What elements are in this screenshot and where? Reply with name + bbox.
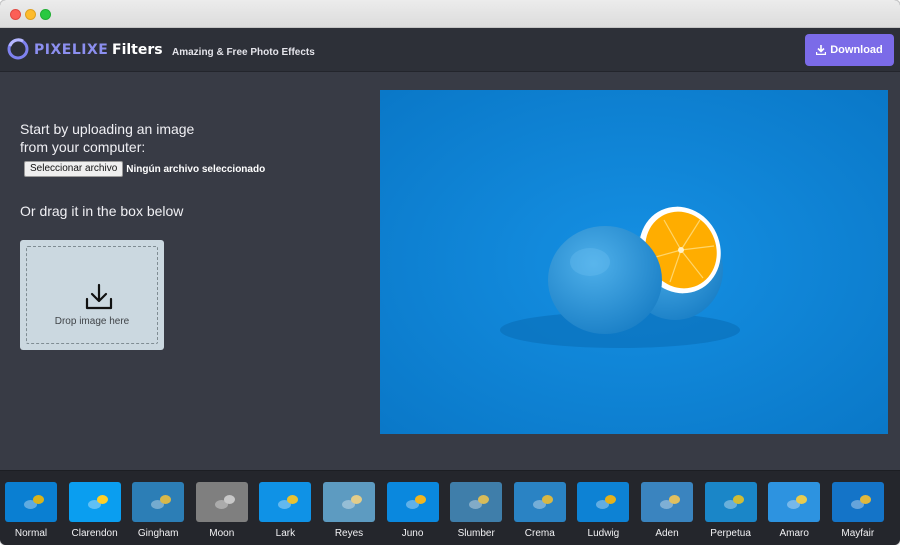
filter-thumbnail[interactable]	[386, 482, 439, 522]
preview-image	[380, 90, 888, 434]
filter-gingham[interactable]: Gingham	[130, 482, 186, 539]
filter-lark[interactable]: Lark	[257, 482, 313, 539]
drop-zone-label: Drop image here	[54, 316, 130, 327]
browser-window: PIXELIXE Filters Amazing & Free Photo Ef…	[0, 0, 900, 545]
choose-file-button[interactable]: Seleccionar archivo	[24, 161, 124, 177]
filter-thumbnail[interactable]	[641, 482, 693, 522]
filter-ludwig[interactable]: Ludwig	[575, 482, 631, 539]
filter-clarendon[interactable]: Clarendon	[67, 482, 123, 539]
thumbnail-slice	[859, 495, 871, 504]
drop-zone[interactable]: Drop image here	[20, 240, 164, 350]
pixelixe-logo-icon	[7, 38, 29, 60]
download-button[interactable]: Download	[805, 34, 894, 66]
filter-label: Slumber	[457, 528, 495, 539]
filter-label: Perpetua	[710, 528, 751, 539]
download-tray-icon	[85, 283, 113, 310]
filter-thumbnail[interactable]	[577, 482, 630, 522]
file-status: Ningún archivo seleccionado	[126, 163, 266, 175]
filter-amaro[interactable]: Amaro	[766, 482, 822, 539]
brand-name[interactable]: PIXELIXE	[34, 42, 108, 58]
download-label: Download	[830, 44, 883, 56]
drop-zone-border: Drop image here	[26, 246, 158, 344]
thumbnail-slice	[160, 495, 172, 504]
brand-suffix: Filters	[112, 42, 163, 58]
filter-aden[interactable]: Aden	[639, 482, 695, 539]
thumbnail-slice	[605, 495, 617, 504]
filter-thumbnail[interactable]	[768, 482, 821, 522]
thumbnail-slice	[223, 495, 235, 504]
file-input[interactable]: Seleccionar archivo Ningún archivo selec…	[24, 161, 265, 177]
thumbnail-slice	[669, 495, 680, 504]
maximize-window-button[interactable]	[40, 9, 51, 20]
thumbnail-slice	[732, 495, 744, 504]
thumbnail-slice	[33, 495, 44, 504]
filter-strip: Normal Clarendon Gingham Moon Lark Reyes Juno S…	[0, 470, 900, 545]
thumbnail-slice	[414, 495, 426, 504]
blue-orange-half	[548, 226, 662, 334]
filter-label: Clarendon	[71, 528, 118, 539]
filter-thumbnail[interactable]	[195, 482, 248, 522]
filter-reyes[interactable]: Reyes	[321, 482, 377, 539]
filter-crema[interactable]: Crema	[512, 482, 568, 539]
download-icon	[816, 45, 827, 55]
filter-label: Juno	[401, 528, 424, 539]
close-window-button[interactable]	[10, 9, 21, 20]
thumbnail-slice	[351, 495, 362, 504]
filter-thumbnail[interactable]	[132, 482, 185, 522]
filter-perpetua[interactable]: Perpetua	[703, 482, 759, 539]
thumbnail-slice	[287, 495, 299, 504]
workspace: Start by uploading an image from your co…	[0, 72, 900, 470]
filter-label: Gingham	[137, 528, 179, 539]
filter-label: Ludwig	[587, 528, 620, 539]
window-titlebar	[0, 0, 900, 28]
filter-mayfair[interactable]: Mayfair	[830, 482, 886, 539]
filter-thumbnail[interactable]	[450, 482, 503, 522]
thumbnail-slice	[796, 495, 808, 504]
image-preview[interactable]	[380, 90, 888, 434]
upload-instructions: Start by uploading an image from your co…	[20, 121, 195, 155]
filter-label: Moon	[209, 528, 235, 539]
filter-moon[interactable]: Moon	[194, 482, 250, 539]
filter-label: Normal	[14, 528, 48, 539]
filter-thumbnail[interactable]	[323, 482, 375, 522]
filter-juno[interactable]: Juno	[385, 482, 441, 539]
filter-label: Crema	[524, 528, 555, 539]
minimize-window-button[interactable]	[25, 9, 36, 20]
filter-normal[interactable]: Normal	[3, 482, 59, 539]
filter-thumbnail[interactable]	[704, 482, 757, 522]
filter-label: Mayfair	[841, 528, 875, 539]
drag-instructions: Or drag it in the box below	[20, 203, 184, 219]
tagline: Amazing & Free Photo Effects	[172, 47, 315, 58]
filter-thumbnail[interactable]	[5, 482, 57, 522]
thumbnail-slice	[96, 495, 108, 504]
app-header: PIXELIXE Filters Amazing & Free Photo Ef…	[0, 28, 900, 72]
filter-thumbnail[interactable]	[513, 482, 566, 522]
filter-label: Reyes	[334, 528, 364, 539]
filter-label: Amaro	[779, 528, 809, 539]
filter-thumbnail[interactable]	[831, 482, 884, 522]
filter-thumbnail[interactable]	[259, 482, 312, 522]
thumbnail-slice	[478, 495, 490, 504]
thumbnail-slice	[541, 495, 553, 504]
filter-label: Lark	[275, 528, 296, 539]
filter-label: Aden	[655, 528, 679, 539]
filter-slumber[interactable]: Slumber	[448, 482, 504, 539]
filter-thumbnail[interactable]	[68, 482, 121, 522]
